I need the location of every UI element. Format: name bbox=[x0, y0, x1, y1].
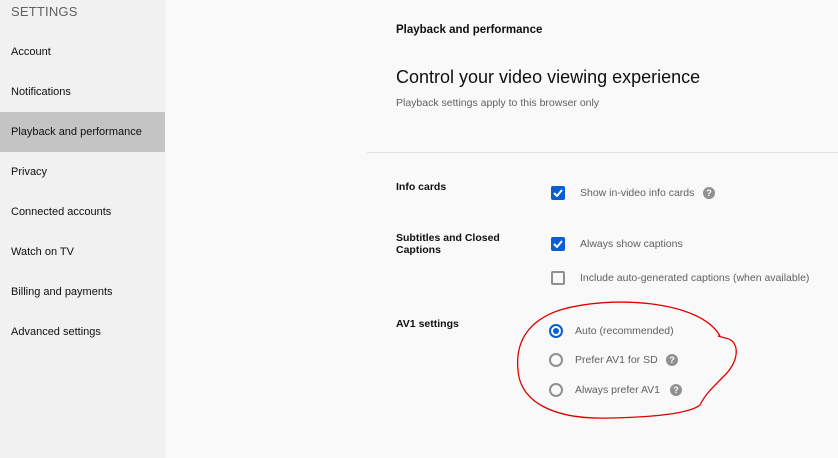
red-annotation-circle bbox=[0, 0, 838, 458]
